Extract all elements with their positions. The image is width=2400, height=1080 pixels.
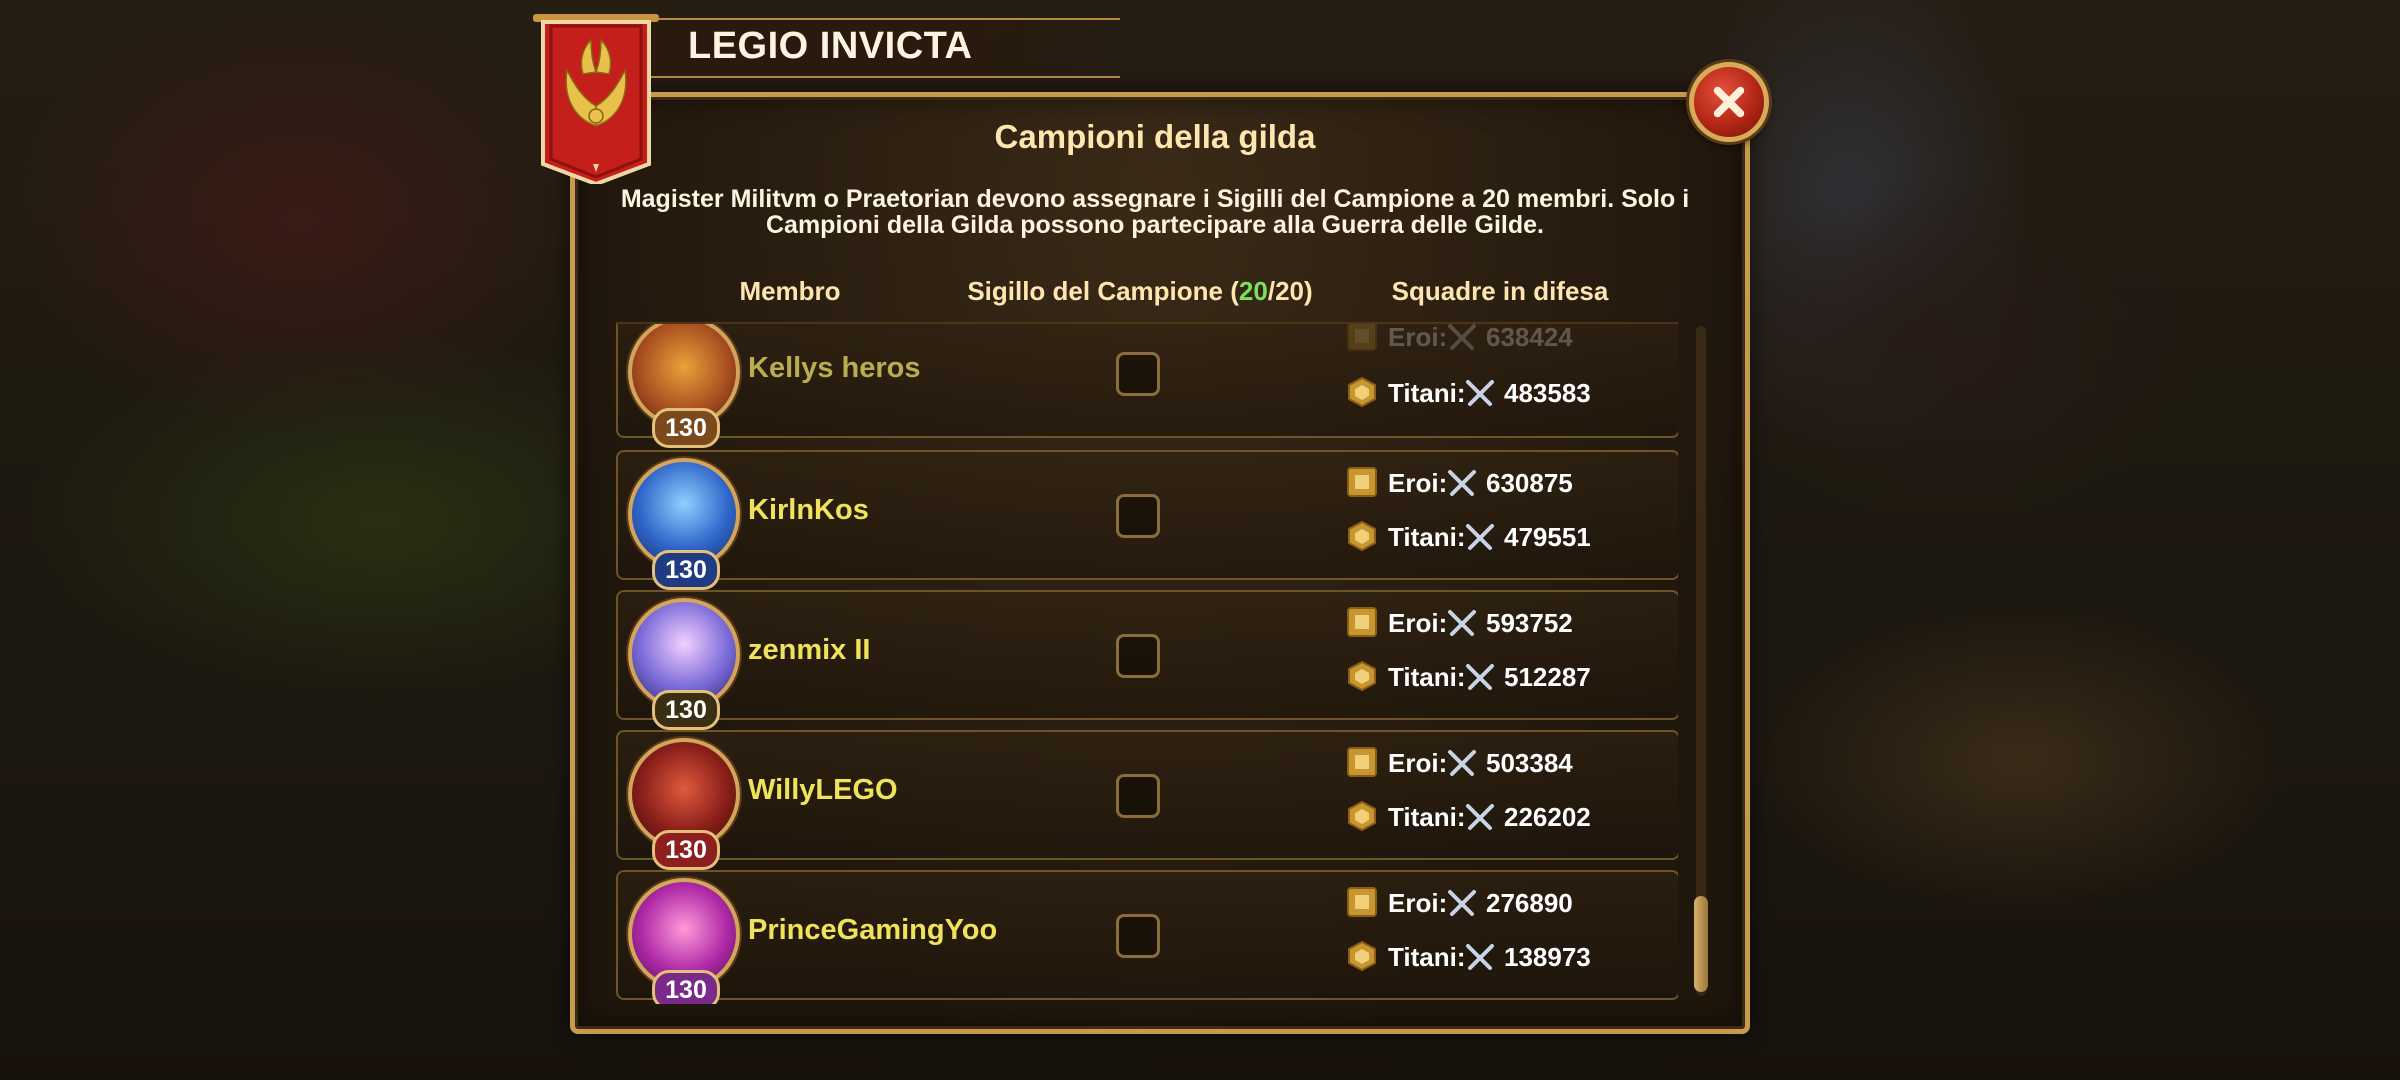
heroes-defense-stat: Eroi: 503384 bbox=[1346, 746, 1646, 782]
titans-label: Titani: bbox=[1388, 378, 1466, 408]
heroes-team-icon bbox=[1347, 887, 1377, 917]
member-name: KirlnKos bbox=[748, 494, 869, 526]
titans-defense-stat: Titani: 512287 bbox=[1346, 660, 1646, 696]
crossed-swords-icon bbox=[1448, 750, 1476, 776]
crossed-swords-icon bbox=[1448, 470, 1476, 496]
titans-defense-stat: Titani: 226202 bbox=[1346, 800, 1646, 836]
heroes-label: Eroi: bbox=[1388, 888, 1448, 918]
heroes-label: Eroi: bbox=[1388, 468, 1448, 498]
member-level: 130 bbox=[652, 970, 720, 1004]
member-row: 130 WillyLEGO Eroi: 503384 Titani: 22620… bbox=[616, 730, 1678, 870]
titans-label: Titani: bbox=[1388, 802, 1466, 832]
heroes-power: 276890 bbox=[1486, 888, 1573, 918]
titans-defense-stat: Titani: 138973 bbox=[1346, 940, 1646, 976]
titans-power: 138973 bbox=[1504, 942, 1591, 972]
titans-team-icon bbox=[1348, 800, 1376, 832]
titans-power: 512287 bbox=[1504, 662, 1591, 692]
titans-defense-stat: Titani: 483583 bbox=[1346, 376, 1646, 412]
member-name: WillyLEGO bbox=[748, 774, 898, 806]
titans-power: 483583 bbox=[1504, 378, 1591, 408]
champion-seal-checkbox[interactable] bbox=[1116, 774, 1160, 818]
seal-sep: / bbox=[1267, 276, 1276, 306]
titans-team-icon bbox=[1348, 376, 1376, 408]
member-row: 130 KirlnKos Eroi: 630875 Titani: 479551 bbox=[616, 450, 1678, 590]
champion-seal-checkbox[interactable] bbox=[1116, 352, 1160, 396]
titans-label: Titani: bbox=[1388, 942, 1466, 972]
crossed-swords-icon bbox=[1448, 610, 1476, 636]
crossed-swords-icon bbox=[1466, 944, 1494, 970]
crossed-swords-icon bbox=[1448, 324, 1476, 350]
crossed-swords-icon bbox=[1466, 804, 1494, 830]
titans-team-icon bbox=[1348, 520, 1376, 552]
close-icon bbox=[1713, 86, 1745, 118]
member-name: zenmix II bbox=[748, 634, 871, 666]
crossed-swords-icon bbox=[1448, 890, 1476, 916]
guild-banner-icon bbox=[533, 14, 659, 184]
champion-seal-checkbox[interactable] bbox=[1116, 914, 1160, 958]
heroes-defense-stat: Eroi: 593752 bbox=[1346, 606, 1646, 642]
member-level: 130 bbox=[652, 550, 720, 590]
champion-seal-checkbox[interactable] bbox=[1116, 494, 1160, 538]
heroes-defense-stat: Eroi: 638424 bbox=[1346, 322, 1646, 356]
heroes-team-icon bbox=[1347, 607, 1377, 637]
column-header-seal: Sigillo del Campione (20/20) bbox=[960, 276, 1320, 307]
seal-label: Sigillo del Campione bbox=[967, 276, 1224, 306]
guild-title: LEGIO INVICTA bbox=[688, 25, 973, 67]
member-row: 130 zenmix II Eroi: 593752 Titani: 51228… bbox=[616, 590, 1678, 730]
member-level: 130 bbox=[652, 830, 720, 870]
heroes-team-icon bbox=[1347, 747, 1377, 777]
heroes-power: 630875 bbox=[1486, 468, 1573, 498]
member-name: Kellys heros bbox=[748, 352, 921, 384]
titans-label: Titani: bbox=[1388, 662, 1466, 692]
dialog-description: Magister Militvm o Praetorian devono ass… bbox=[620, 185, 1690, 239]
champion-seal-checkbox[interactable] bbox=[1116, 634, 1160, 678]
member-name: PrinceGamingYoo bbox=[748, 914, 998, 946]
titans-team-icon bbox=[1348, 940, 1376, 972]
seal-assigned-count: 20 bbox=[1238, 276, 1268, 306]
seal-open: ( bbox=[1230, 276, 1239, 306]
titans-power: 226202 bbox=[1504, 802, 1591, 832]
member-list[interactable]: 130 Kellys heros Eroi: 638424 Titani: 48… bbox=[616, 322, 1678, 1004]
seal-total-count: 20 bbox=[1275, 276, 1304, 306]
dialog-heading: Campioni della gilda bbox=[994, 118, 1316, 155]
crossed-swords-icon bbox=[1466, 380, 1494, 406]
heroes-team-icon bbox=[1347, 324, 1377, 351]
crossed-swords-icon bbox=[1466, 524, 1494, 550]
scrollbar-thumb[interactable] bbox=[1694, 896, 1708, 992]
heroes-team-icon bbox=[1347, 467, 1377, 497]
heroes-defense-stat: Eroi: 276890 bbox=[1346, 886, 1646, 922]
titans-label: Titani: bbox=[1388, 522, 1466, 552]
titans-power: 479551 bbox=[1504, 522, 1591, 552]
heroes-power: 638424 bbox=[1486, 322, 1573, 352]
heroes-label: Eroi: bbox=[1388, 748, 1448, 778]
column-header-defense: Squadre in difesa bbox=[1391, 276, 1609, 306]
heroes-power: 503384 bbox=[1486, 748, 1573, 778]
member-level: 130 bbox=[652, 690, 720, 730]
titans-team-icon bbox=[1348, 660, 1376, 692]
seal-close: ) bbox=[1304, 276, 1313, 306]
member-level: 130 bbox=[652, 408, 720, 448]
crossed-swords-icon bbox=[1466, 664, 1494, 690]
column-header-member: Membro bbox=[739, 276, 841, 306]
heroes-defense-stat: Eroi: 630875 bbox=[1346, 466, 1646, 502]
titans-defense-stat: Titani: 479551 bbox=[1346, 520, 1646, 556]
member-row: 130 PrinceGamingYoo Eroi: 276890 Titani:… bbox=[616, 870, 1678, 1004]
heroes-label: Eroi: bbox=[1388, 322, 1448, 352]
member-row: 130 Kellys heros Eroi: 638424 Titani: 48… bbox=[616, 322, 1678, 448]
heroes-label: Eroi: bbox=[1388, 608, 1448, 638]
heroes-power: 593752 bbox=[1486, 608, 1573, 638]
